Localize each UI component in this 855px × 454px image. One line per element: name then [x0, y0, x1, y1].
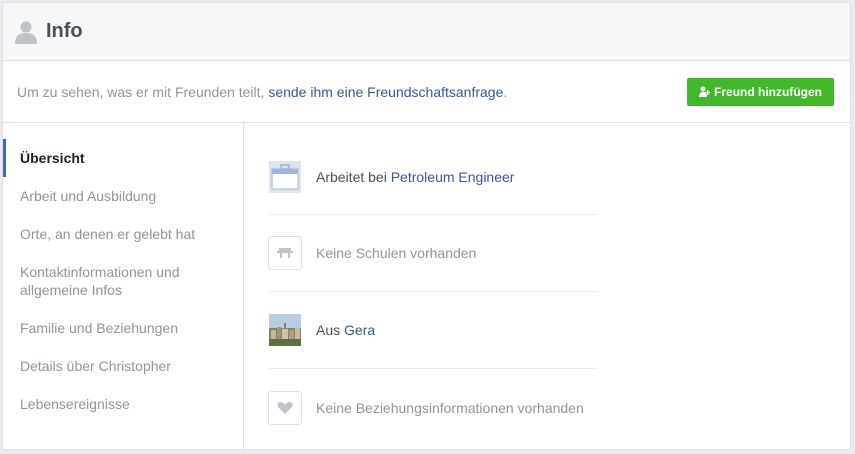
sidebar-item-family-relationships[interactable]: Familie und Beziehungen	[3, 309, 243, 347]
page-title: Info	[46, 20, 83, 42]
relationship-row: Keine Beziehungsinformationen vorhanden	[268, 369, 597, 446]
notice-text-after: .	[503, 83, 508, 100]
sidebar-item-life-events[interactable]: Lebensereignisse	[3, 385, 243, 423]
sidebar-item-work-education[interactable]: Arbeit und Ausbildung	[3, 177, 243, 215]
info-header: Info	[3, 3, 850, 61]
friend-request-notice: Um zu sehen, was er mit Freunden teilt, …	[3, 61, 850, 123]
sidebar-item-overview[interactable]: Übersicht	[3, 139, 243, 177]
work-text: Arbeitet bei Petroleum Engineer	[316, 169, 514, 185]
school-text: Keine Schulen vorhanden	[316, 245, 477, 261]
add-friend-button-label: Freund hinzufügen	[714, 84, 822, 99]
overview-content: Arbeitet bei Petroleum Engineer Keine Sc…	[244, 123, 850, 449]
send-friend-request-link[interactable]: sende ihm eine Freundschaftsanfrage	[268, 84, 503, 100]
work-prefix: Arbeitet bei	[316, 168, 391, 185]
employer-link[interactable]: Petroleum Engineer	[391, 169, 515, 185]
hometown-text: Aus Gera	[316, 322, 375, 338]
hometown-row: Aus Gera	[268, 292, 597, 369]
about-sidebar: Übersicht Arbeit und Ausbildung Orte, an…	[3, 123, 244, 449]
city-photo-icon	[268, 313, 302, 347]
school-row: Keine Schulen vorhanden	[268, 215, 597, 292]
notice-text: Um zu sehen, was er mit Freunden teilt, …	[17, 84, 507, 100]
heart-icon	[268, 390, 302, 425]
notice-text-before: Um zu sehen, was er mit Freunden teilt,	[17, 83, 269, 100]
work-row: Arbeitet bei Petroleum Engineer	[268, 139, 597, 215]
relationship-text: Keine Beziehungsinformationen vorhanden	[316, 399, 584, 416]
hometown-link[interactable]: Gera	[344, 322, 375, 338]
sidebar-item-places-lived[interactable]: Orte, an denen er gelebt hat	[3, 215, 243, 253]
person-silhouette-icon	[15, 21, 37, 44]
hometown-prefix: Aus	[316, 322, 345, 338]
work-briefcase-icon	[268, 160, 302, 194]
school-icon	[268, 236, 302, 270]
sidebar-item-details[interactable]: Details über Christopher	[3, 347, 243, 385]
info-card: Info Um zu sehen, was er mit Freunden te…	[2, 2, 851, 450]
sidebar-item-contact-info[interactable]: Kontaktinformationen und allgemeine Info…	[3, 253, 243, 309]
info-body: Übersicht Arbeit und Ausbildung Orte, an…	[3, 123, 850, 449]
add-friend-icon	[699, 86, 711, 97]
add-friend-button[interactable]: Freund hinzufügen	[687, 77, 834, 106]
